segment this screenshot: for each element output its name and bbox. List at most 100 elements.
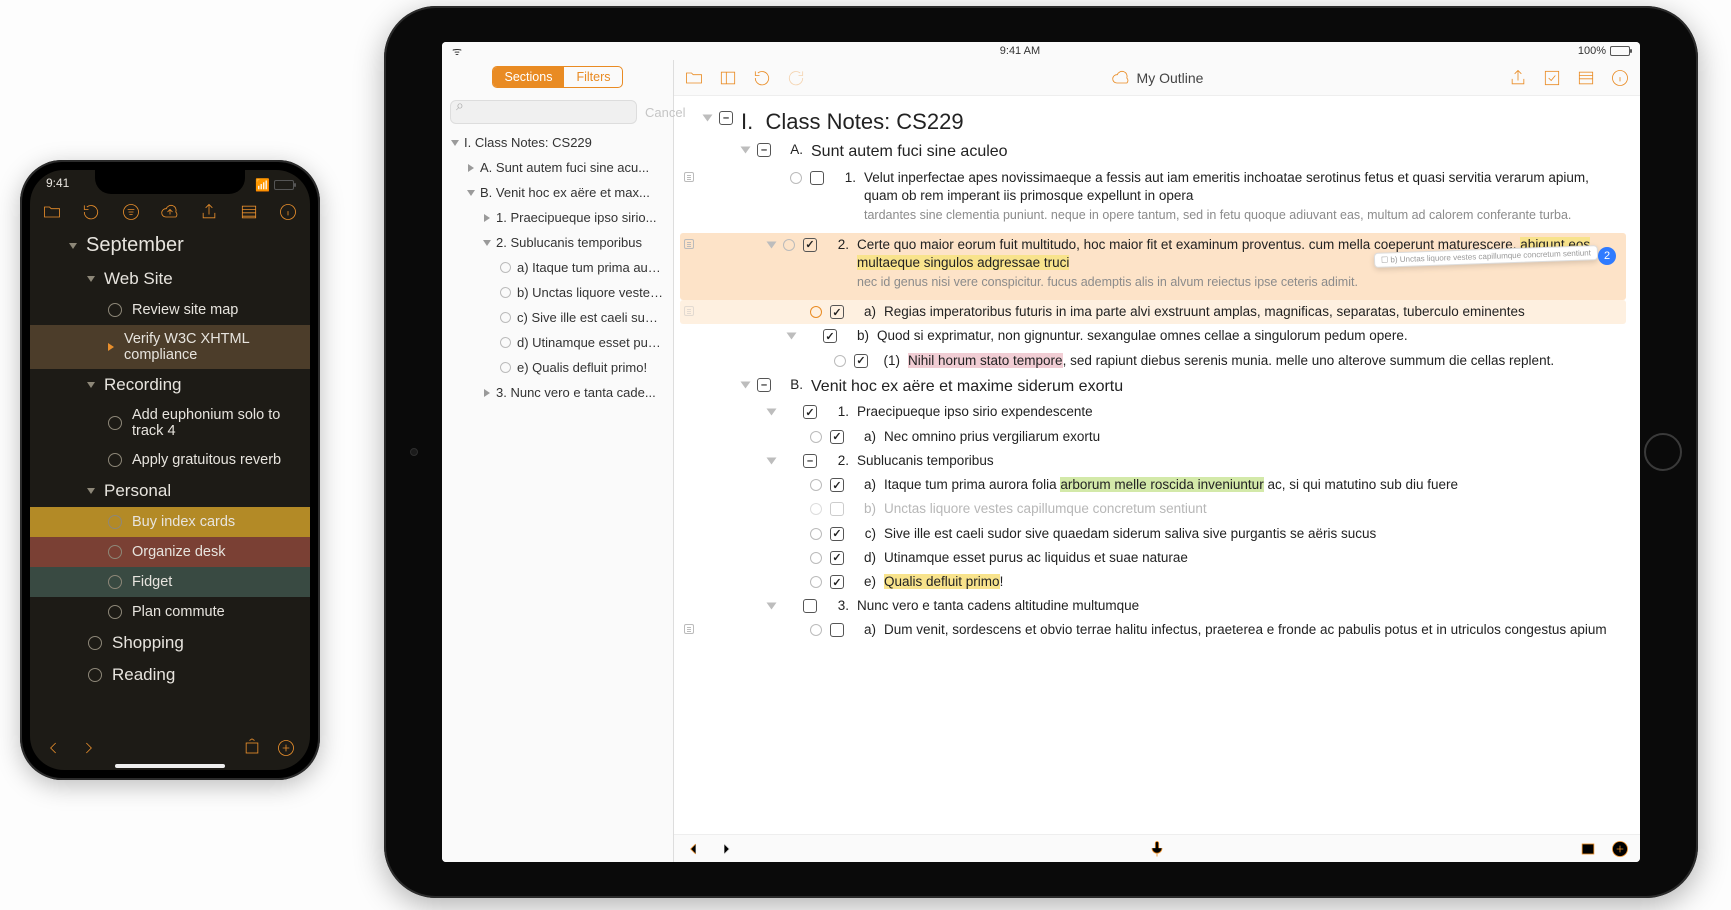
- triangle-icon[interactable]: [787, 333, 797, 340]
- share-icon[interactable]: [199, 202, 219, 222]
- share-icon[interactable]: [1508, 68, 1528, 88]
- checkbox-mixed[interactable]: [719, 111, 733, 125]
- move-icon[interactable]: [1578, 839, 1598, 859]
- status-circle[interactable]: [108, 453, 122, 467]
- checkbox-checked[interactable]: [830, 551, 844, 565]
- triangle-icon[interactable]: [451, 140, 459, 146]
- outline-item[interactable]: 1. Praecipueque ipso sirio expendescente: [680, 400, 1626, 424]
- sidebar-item[interactable]: I. Class Notes: CS229: [442, 130, 673, 155]
- triangle-icon[interactable]: [483, 240, 491, 246]
- outline-row[interactable]: Personal: [30, 475, 310, 507]
- outline-row[interactable]: Reading: [30, 659, 310, 691]
- outline-row[interactable]: Add euphonium solo to track 4: [30, 401, 310, 445]
- home-indicator[interactable]: [115, 764, 225, 768]
- info-icon[interactable]: [278, 202, 298, 222]
- seg-filters[interactable]: Filters: [564, 67, 622, 87]
- outline-section-a[interactable]: A. Sunt autem fuci sine aculeo: [680, 138, 1626, 166]
- outline-item[interactable]: d) Utinamque esset purus ac liquidus et …: [680, 546, 1626, 570]
- sidebar-item[interactable]: B. Venit hoc ex aëre et max...: [442, 180, 673, 205]
- triangle-icon[interactable]: [767, 409, 777, 416]
- status-circle[interactable]: [108, 605, 122, 619]
- status-circle[interactable]: [810, 552, 822, 564]
- status-circle[interactable]: [108, 575, 122, 589]
- status-circle[interactable]: [783, 239, 795, 251]
- document-body[interactable]: I. Class Notes: CS229 A. Sunt autem fuci…: [674, 96, 1640, 834]
- checkbox-checked[interactable]: [830, 430, 844, 444]
- iphone-outline-list[interactable]: September Web SiteReview site mapVerify …: [30, 228, 310, 691]
- triangle-icon[interactable]: [87, 276, 95, 282]
- outline-row[interactable]: Organize desk: [30, 537, 310, 567]
- sidebar-item[interactable]: c) Sive ille est caeli sudo...: [442, 305, 673, 330]
- status-circle[interactable]: [500, 312, 511, 323]
- redo-icon[interactable]: [786, 68, 806, 88]
- status-circle[interactable]: [500, 262, 511, 273]
- note-icon[interactable]: [684, 239, 694, 249]
- outline-month-header[interactable]: September: [30, 228, 310, 263]
- info-icon[interactable]: [1610, 68, 1630, 88]
- triangle-icon[interactable]: [484, 389, 490, 397]
- triangle-icon[interactable]: [767, 603, 777, 610]
- outline-row[interactable]: Recording: [30, 369, 310, 401]
- outline-item[interactable]: 1. Velut inperfectae apes novissimaeque …: [680, 166, 1626, 233]
- checkbox-checked[interactable]: [830, 575, 844, 589]
- outline-item[interactable]: b) Unctas liquore vestes capillumque con…: [680, 497, 1626, 521]
- sidebar-toggle-icon[interactable]: [718, 68, 738, 88]
- outline-item[interactable]: a) Dum venit, sordescens et obvio terrae…: [680, 618, 1626, 642]
- status-circle[interactable]: [500, 337, 511, 348]
- outline-row[interactable]: Buy index cards: [30, 507, 310, 537]
- status-circle[interactable]: [108, 545, 122, 559]
- undo-icon[interactable]: [752, 68, 772, 88]
- outline-item[interactable]: 2. Sublucanis temporibus: [680, 449, 1626, 473]
- folder-icon[interactable]: [42, 202, 62, 222]
- outline-row[interactable]: Apply gratuitous reverb: [30, 445, 310, 475]
- sidebar-item[interactable]: A. Sunt autem fuci sine acu...: [442, 155, 673, 180]
- checkbox-mixed[interactable]: [757, 143, 771, 157]
- outline-item-highlighted[interactable]: 2. Certe quo maior eorum fuit multitudo,…: [680, 233, 1626, 300]
- sidebar-item[interactable]: 1. Praecipueque ipso sirio...: [442, 205, 673, 230]
- cloud-icon[interactable]: [160, 202, 180, 222]
- triangle-icon[interactable]: [87, 382, 95, 388]
- ipad-home-button[interactable]: [1644, 433, 1682, 471]
- undo-icon[interactable]: [81, 202, 101, 222]
- status-circle[interactable]: [810, 431, 822, 443]
- segmented-control[interactable]: Sections Filters: [492, 66, 624, 88]
- checkbox-checked[interactable]: [830, 305, 844, 319]
- filter-icon[interactable]: [121, 202, 141, 222]
- checkbox-checked[interactable]: [823, 329, 837, 343]
- triangle-icon[interactable]: [741, 381, 751, 388]
- outline-section-b[interactable]: B. Venit hoc ex aëre et maxime siderum e…: [680, 373, 1626, 401]
- indent-icon[interactable]: [716, 839, 736, 859]
- note-icon[interactable]: [684, 624, 694, 634]
- status-circle[interactable]: [810, 503, 822, 515]
- checkbox-mixed[interactable]: [803, 454, 817, 468]
- outline-row[interactable]: Fidget: [30, 567, 310, 597]
- outdent-icon[interactable]: [44, 738, 64, 758]
- note-icon[interactable]: [684, 306, 694, 316]
- attach-icon[interactable]: [1542, 68, 1562, 88]
- status-circle[interactable]: [810, 306, 822, 318]
- status-circle[interactable]: [810, 479, 822, 491]
- checkbox[interactable]: [810, 171, 824, 185]
- sidebar-list[interactable]: I. Class Notes: CS229A. Sunt autem fuci …: [442, 130, 673, 862]
- add-icon[interactable]: [276, 738, 296, 758]
- status-circle[interactable]: [810, 624, 822, 636]
- triangle-icon[interactable]: [741, 147, 751, 154]
- triangle-icon[interactable]: [767, 241, 777, 248]
- checkbox[interactable]: [830, 502, 844, 516]
- outline-item[interactable]: a) Regias imperatoribus futuris in ima p…: [680, 300, 1626, 324]
- outline-row[interactable]: Review site map: [30, 295, 310, 325]
- note-icon[interactable]: [684, 172, 694, 182]
- columns-icon[interactable]: [1576, 68, 1596, 88]
- seg-sections[interactable]: Sections: [493, 67, 565, 87]
- outline-item[interactable]: a) Nec omnino prius vergiliarum exortu: [680, 425, 1626, 449]
- outline-item[interactable]: e) Qualis defluit primo!: [680, 570, 1626, 594]
- sidebar-item[interactable]: d) Utinamque esset puru...: [442, 330, 673, 355]
- mic-icon[interactable]: [1147, 839, 1167, 859]
- triangle-icon[interactable]: [69, 243, 77, 249]
- outline-row[interactable]: Shopping: [30, 627, 310, 659]
- sidebar-item[interactable]: b) Unctas liquore vestes...: [442, 280, 673, 305]
- checkbox-checked[interactable]: [803, 238, 817, 252]
- checkbox-checked[interactable]: [830, 478, 844, 492]
- status-circle[interactable]: [108, 303, 122, 317]
- sidebar-item[interactable]: a) Itaque tum prima auro...: [442, 255, 673, 280]
